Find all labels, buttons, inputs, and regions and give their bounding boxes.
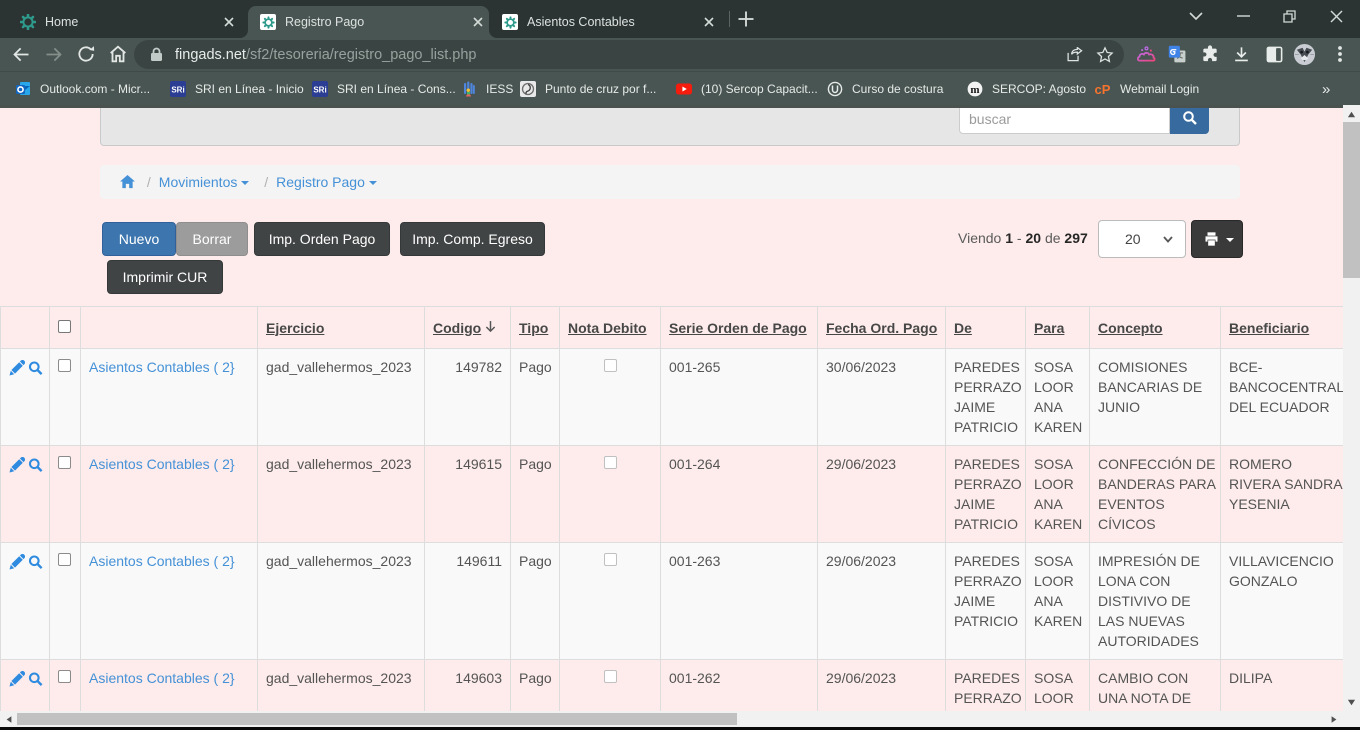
svg-text:cP: cP	[1095, 82, 1111, 97]
svg-text:SRi: SRi	[313, 86, 326, 95]
svg-text:m: m	[970, 84, 979, 96]
svg-text:SRi: SRi	[171, 86, 184, 95]
